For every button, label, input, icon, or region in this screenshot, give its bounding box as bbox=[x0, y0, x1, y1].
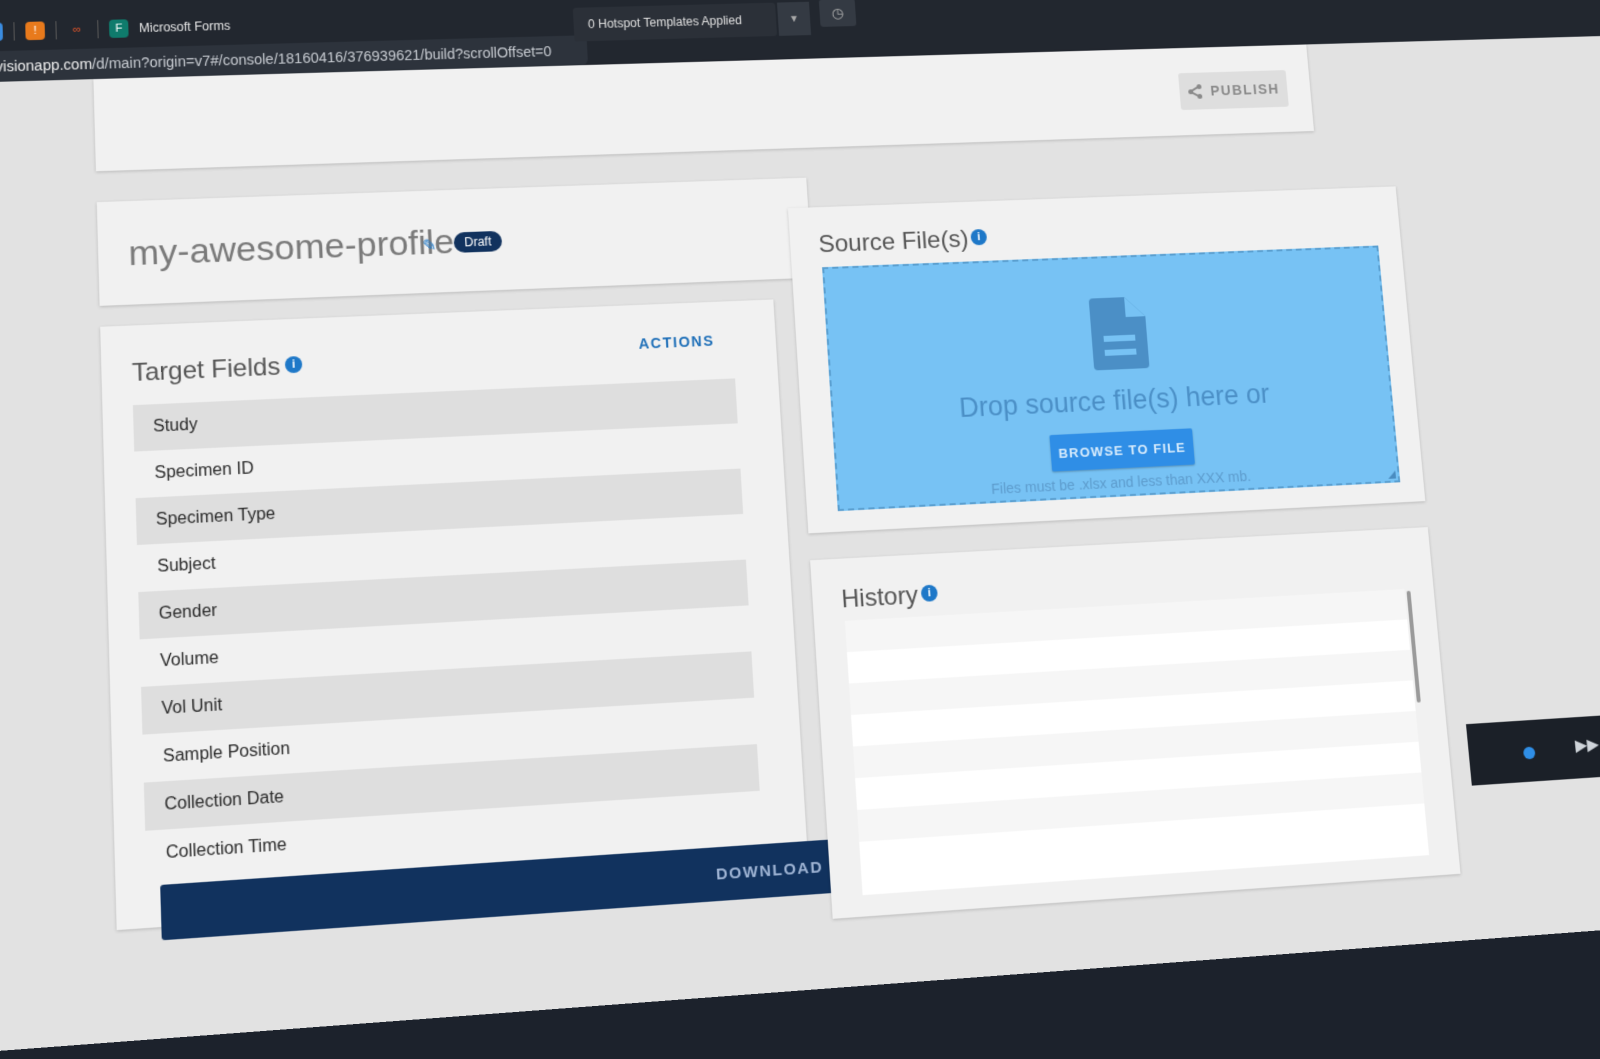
tab-title[interactable]: Microsoft Forms bbox=[139, 19, 231, 36]
browse-to-file-button[interactable]: BROWSE TO FILE bbox=[1049, 428, 1195, 472]
browser-tabbar: ○ ● ! ∞ F Microsoft Forms bbox=[0, 13, 231, 47]
history-title: History bbox=[840, 581, 919, 614]
clock-icon[interactable]: ◷ bbox=[818, 0, 857, 27]
flame-icon[interactable]: ! bbox=[25, 21, 46, 41]
file-dropzone[interactable]: Drop source file(s) here or BROWSE TO FI… bbox=[822, 245, 1401, 512]
source-files-card: Source File(s) i Drop source file(s) her… bbox=[787, 186, 1426, 534]
tab-divider bbox=[13, 22, 15, 41]
document-icon bbox=[1088, 296, 1150, 371]
forms-icon[interactable]: F bbox=[108, 19, 129, 38]
profile-title-card: my-awesome-profile ✎ Draft bbox=[96, 177, 813, 306]
info-icon[interactable]: i bbox=[970, 228, 988, 246]
hotspot-templates-dropdown[interactable]: 0 Hotspot Templates Applied bbox=[572, 2, 778, 42]
target-field-list: Study Specimen ID Specimen Type Subject … bbox=[132, 378, 763, 879]
target-fields-title: Target Fields bbox=[131, 352, 281, 388]
dropzone-text: Drop source file(s) here or bbox=[958, 378, 1271, 424]
info-icon[interactable]: i bbox=[284, 355, 303, 374]
fast-forward-icon[interactable]: ▶▶ bbox=[1574, 734, 1600, 756]
history-card: History i bbox=[810, 527, 1461, 919]
target-fields-card: ACTIONS Target Fields i Study Specimen I… bbox=[100, 299, 852, 941]
edit-pencil-icon[interactable]: ✎ bbox=[422, 235, 437, 256]
status-badge: Draft bbox=[453, 230, 503, 253]
info-icon[interactable]: i bbox=[920, 584, 939, 602]
url-host: jects.invisionapp.com bbox=[0, 55, 93, 77]
tab-divider bbox=[97, 20, 99, 39]
source-files-title: Source File(s) bbox=[817, 225, 970, 259]
history-list bbox=[844, 589, 1430, 896]
publish-label: PUBLISH bbox=[1209, 80, 1281, 99]
link-icon[interactable]: ∞ bbox=[67, 20, 87, 39]
resize-handle[interactable] bbox=[1387, 470, 1397, 479]
share-icon bbox=[1187, 83, 1204, 99]
screen-scene: ○ ● ! ∞ F Microsoft Forms jects.invision… bbox=[0, 0, 1600, 1058]
chevron-down-icon[interactable]: ▼ bbox=[776, 1, 812, 36]
publish-button[interactable]: PUBLISH bbox=[1178, 70, 1289, 111]
chat-bubble-icon[interactable]: ● bbox=[0, 22, 3, 42]
tab-divider bbox=[55, 21, 57, 40]
app-canvas: PUBLISH my-awesome-profile ✎ Draft ACTIO… bbox=[0, 35, 1600, 1058]
page-title: my-awesome-profile bbox=[127, 222, 455, 274]
actions-link[interactable]: ACTIONS bbox=[638, 332, 715, 352]
